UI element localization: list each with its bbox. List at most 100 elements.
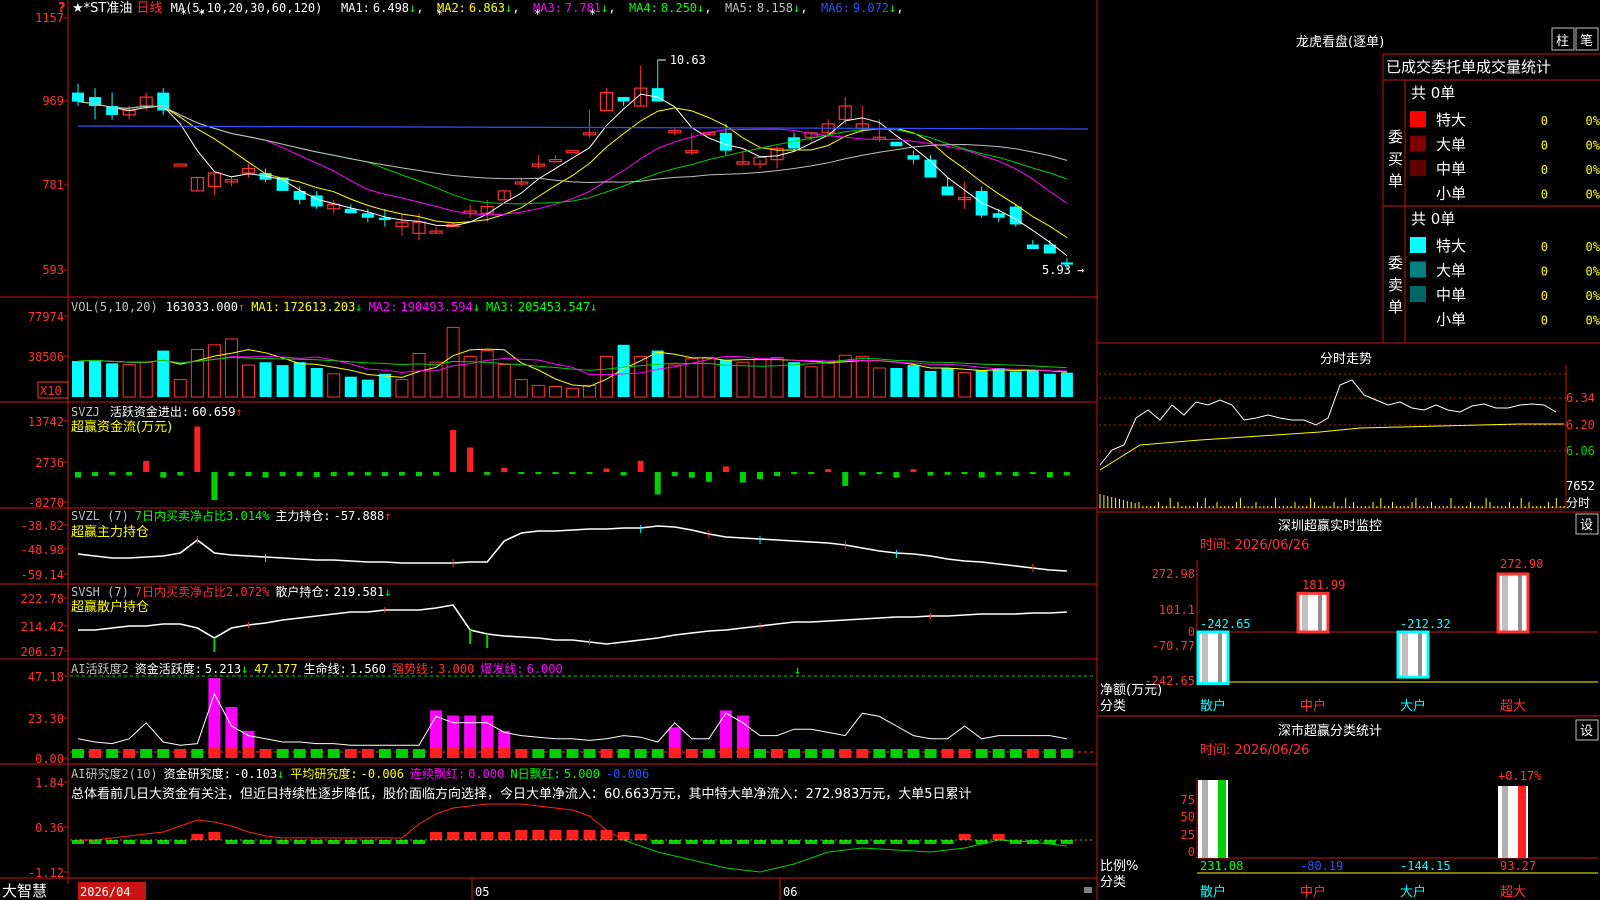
order-total: 共 0单: [1411, 210, 1455, 228]
research-bar: [634, 834, 647, 840]
research-bar: [89, 840, 102, 844]
panel-axis-tick: -48.98: [21, 543, 64, 557]
monitor-category: 超大: [1500, 699, 1526, 714]
fund-flow-bar: [535, 472, 542, 475]
volume-bar: [583, 384, 596, 398]
activity-bar: [907, 749, 920, 758]
volume-bar: [242, 364, 255, 398]
fund-flow-bar: [398, 472, 405, 476]
activity-bar-base: [430, 748, 443, 758]
panel-subtitle: 超赢主力持仓: [71, 524, 149, 540]
panel-axis-tick: 47.18: [28, 670, 64, 684]
research-bar: [498, 832, 511, 840]
activity-bar-base: [447, 748, 460, 758]
volume-bar: [293, 362, 306, 397]
activity-bar-base: [464, 748, 477, 758]
order-row-name: 中单: [1436, 160, 1466, 178]
stock-chart-screen[interactable]: ? ★*ST准油 日线 MA(5,10,20,30,60,120) MA1: 6.…: [0, 0, 1600, 900]
fund-flow-bar: [944, 472, 951, 475]
fund-flow-bar: [75, 472, 81, 478]
monitor-axis-tick: 272.98: [1152, 567, 1195, 581]
activity-bar: [413, 749, 425, 758]
fund-flow-bar: [808, 472, 815, 475]
order-row-count: 0: [1541, 240, 1548, 254]
volume-bar: [514, 379, 528, 398]
order-row-name: 特大: [1436, 111, 1466, 129]
volume-bar: [753, 358, 767, 398]
research-bar: [242, 840, 255, 844]
fund-flow-bar: [518, 472, 525, 475]
volume-bar: [941, 368, 954, 397]
monitor-title: 深圳超赢实时监控: [1278, 518, 1382, 534]
stat-bar-shade: [1502, 786, 1508, 858]
stat-category: 中户: [1300, 884, 1326, 900]
fund-flow-bar: [910, 469, 917, 472]
order-row-pct: 0%: [1586, 188, 1600, 202]
activity-bar: [1009, 749, 1022, 758]
fund-flow-bar: [347, 472, 354, 476]
research-bar: [890, 840, 903, 844]
stat-value-label: 93.27: [1500, 859, 1536, 873]
ma-line: [77, 101, 1068, 238]
activity-bar: [378, 749, 391, 758]
intraday-title: 分时走势: [1320, 351, 1372, 367]
research-bar: [907, 840, 920, 844]
volume-bar: [190, 348, 204, 398]
panel-axis-tick: 214.42: [21, 620, 64, 634]
volume-bar: [173, 379, 187, 398]
volume-bar: [872, 367, 886, 398]
volume-bar: [788, 362, 801, 397]
dragon-title: 龙虎看盘(逐单): [1296, 34, 1384, 50]
activity-bar: [702, 749, 715, 758]
research-green-line: [623, 839, 1067, 873]
order-total: 共 0单: [1411, 84, 1455, 102]
stat-ylabel: 比例%: [1100, 859, 1138, 874]
volume-bar: [89, 359, 102, 397]
research-bar: [685, 840, 698, 844]
activity-bar: [788, 749, 801, 758]
order-stat-tab[interactable]: 已成交委托单成交量统计: [1386, 58, 1551, 76]
fund-flow-bar: [927, 472, 934, 476]
stat-axis-tick: 75: [1181, 793, 1195, 807]
activity-bar-base: [208, 748, 221, 758]
research-bar: [123, 840, 136, 844]
intraday-avg-line: [1099, 423, 1564, 471]
research-bar: [174, 840, 187, 844]
research-bar: [822, 840, 835, 844]
fund-flow-bar: [825, 469, 832, 472]
signal-star-icon: *: [589, 7, 596, 21]
activity-bar: [771, 749, 784, 758]
candle-body: [72, 92, 84, 102]
monitor-ylabel: 净额(万元): [1100, 683, 1162, 698]
fund-flow-bar: [228, 472, 235, 477]
side-label-char: 委: [1388, 128, 1403, 146]
lock-icon[interactable]: [1084, 887, 1092, 893]
stat-axis-tick: 50: [1181, 810, 1195, 824]
candle-body: [617, 97, 630, 102]
panel-axis-tick: 0.36: [35, 821, 64, 835]
monitor-value-label: -212.32: [1400, 617, 1451, 631]
ma-legend-item: MA5: 8.158↓,: [725, 1, 808, 15]
order-color-swatch: [1410, 135, 1426, 152]
order-row-name: 大单: [1436, 262, 1466, 280]
date-start: 2026/04: [80, 885, 131, 899]
research-bar: [259, 840, 272, 844]
research-bar: [378, 840, 391, 844]
panel-titles: VOL(5,10,20) 163033.000↑ MA1: 172613.203↓ MA…: [71, 300, 972, 802]
stat-axis-tick: 25: [1181, 828, 1195, 842]
volume-bar: [924, 370, 937, 397]
research-bar: [413, 840, 425, 844]
activity-bar-base: [736, 748, 749, 758]
panel-axis-tick: 13742: [28, 415, 64, 429]
activity-bar: [651, 749, 664, 758]
research-bar: [736, 840, 749, 844]
monitor-time: 时间: 2026/06/26: [1200, 538, 1309, 553]
fund-flow-bar: [893, 472, 900, 478]
intraday-axis-tick: 7652: [1566, 479, 1595, 493]
monitor-category: 散户: [1200, 698, 1226, 714]
intraday-axis-tick: 6.20: [1566, 418, 1595, 432]
candle-body: [890, 141, 903, 147]
volume-bar: [992, 368, 1005, 397]
fund-flow-bar: [245, 472, 252, 477]
research-bar: [464, 832, 477, 840]
